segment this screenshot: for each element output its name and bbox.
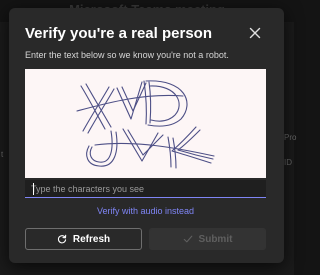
instruction-text: Enter the text below so we know you're n… <box>25 50 229 60</box>
captcha-distorted-text <box>76 80 215 169</box>
submit-button[interactable]: Submit <box>149 228 266 250</box>
background-text-fragment: ID <box>284 158 292 167</box>
background-text-fragment: t <box>1 150 4 159</box>
close-button[interactable] <box>247 25 263 41</box>
refresh-button-label: Refresh <box>72 233 111 245</box>
verify-dialog: Verify you're a real person Enter the te… <box>9 8 284 263</box>
refresh-icon <box>57 234 67 244</box>
captcha-input[interactable] <box>25 180 266 198</box>
dialog-title: Verify you're a real person <box>25 25 212 42</box>
verify-with-audio-link[interactable]: Verify with audio instead <box>25 206 266 216</box>
close-icon <box>249 27 261 39</box>
text-cursor <box>33 183 34 195</box>
captcha-image <box>25 69 266 178</box>
background-text-fragment: Pro <box>284 133 297 142</box>
submit-button-label: Submit <box>198 233 233 245</box>
refresh-button[interactable]: Refresh <box>25 228 142 250</box>
checkmark-icon <box>183 235 192 243</box>
